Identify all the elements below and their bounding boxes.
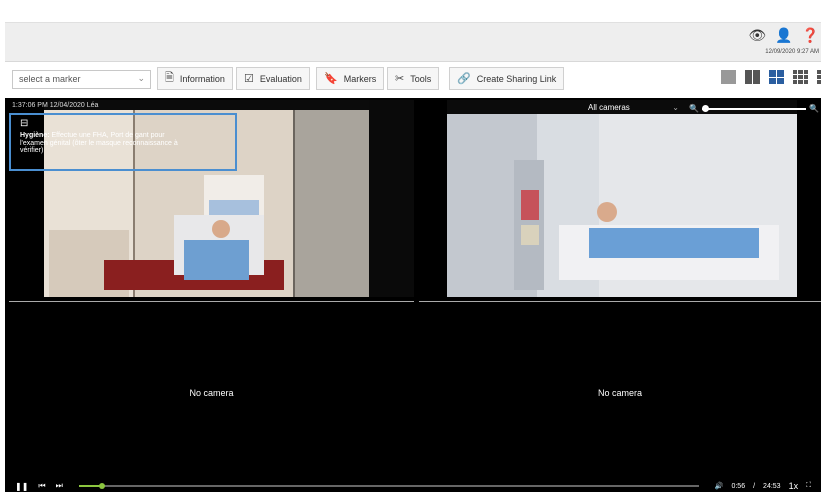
document-icon: 🗎 <box>165 72 174 84</box>
layout-quad-icon[interactable] <box>769 70 784 84</box>
link-icon: 🔗 <box>457 73 471 85</box>
toolbar: select a marker ⌄ 🗎 Information ☑ Evalua… <box>5 62 821 98</box>
create-sharing-link-button[interactable]: 🔗 Create Sharing Link <box>449 67 565 90</box>
marker-text: Hygiène: Effectue une FHA, Port de gant … <box>20 132 180 155</box>
marker-select-value: select a marker <box>19 74 81 84</box>
progress-bar[interactable] <box>78 483 699 489</box>
skip-forward-icon[interactable]: ⏭ <box>56 481 63 491</box>
skip-back-icon[interactable]: ⏮ <box>38 481 45 491</box>
marker-overlay: ⊟ Hygiène: Effectue une FHA, Port de gan… <box>9 113 237 171</box>
fullscreen-icon[interactable]: ⛶ <box>806 482 811 490</box>
marker-title: Hygiène: <box>20 132 50 139</box>
marker-select[interactable]: select a marker ⌄ <box>12 70 151 89</box>
progress-handle[interactable] <box>99 483 106 489</box>
total-time: 24:53 <box>763 482 781 490</box>
volume-icon[interactable]: 🔊 <box>715 482 724 490</box>
user-icon[interactable]: 👤 <box>775 27 792 43</box>
no-camera-label: No camera <box>597 388 642 398</box>
header-icons: 👁 👤 ❓ <box>748 27 819 43</box>
layout-nine-grid-icon[interactable] <box>793 70 808 84</box>
tools-button[interactable]: ✂ Tools <box>387 67 440 90</box>
checkbox-icon: ☑ <box>244 73 254 85</box>
layout-vertical-icon[interactable] <box>817 70 821 84</box>
markers-button[interactable]: 🔖 Markers <box>316 67 385 90</box>
zoom-control: 🔍 🔍 <box>689 102 819 115</box>
chevron-down-icon: ⌄ <box>672 103 679 112</box>
camera-select[interactable]: All cameras ⌄ <box>586 102 681 115</box>
zoom-slider[interactable] <box>701 104 807 112</box>
top-bar: 👁 👤 ❓ 12/09/2020 9:27 AM <box>5 22 821 62</box>
camera-feed-image <box>419 100 821 297</box>
pause-icon[interactable]: ❚❚ <box>15 482 28 491</box>
zoom-out-icon[interactable]: 🔍 <box>689 104 699 113</box>
create-sharing-link-label: Create Sharing Link <box>476 73 557 84</box>
zoom-slider-handle[interactable] <box>701 104 709 112</box>
evaluation-label: Evaluation <box>259 73 302 84</box>
camera-view-bottom-right[interactable]: No camera <box>419 301 821 492</box>
evaluation-button[interactable]: ☑ Evaluation <box>236 67 310 90</box>
information-label: Information <box>179 73 225 84</box>
help-icon[interactable]: ❓ <box>802 27 819 43</box>
bookmark-icon: 🔖 <box>324 73 338 85</box>
camera-view-bottom-left[interactable]: No camera <box>9 301 414 492</box>
camera-timestamp: 1:37:06 PM 12/04/2020 Léa <box>12 102 99 109</box>
zoom-in-icon[interactable]: 🔍 <box>809 104 819 113</box>
header-datetime: 12/09/2020 9:27 AM <box>765 49 819 55</box>
playback-controls: ❚❚ ⏮ ⏭ 🔊 0:56 / 24:53 1x ⛶ <box>5 480 821 492</box>
layout-switcher <box>721 70 821 84</box>
camera-view-top-right[interactable]: All cameras ⌄ 🔍 🔍 <box>419 100 821 297</box>
information-button[interactable]: 🗎 Information <box>157 67 233 90</box>
camera-view-top-left[interactable]: 1:37:06 PM 12/04/2020 Léa ⊟ Hygiène: Eff… <box>9 100 414 297</box>
chevron-down-icon: ⌄ <box>137 73 145 83</box>
current-time: 0:56 <box>731 482 746 490</box>
markers-label: Markers <box>343 73 377 84</box>
playback-speed[interactable]: 1x <box>789 481 799 491</box>
tools-label: Tools <box>410 73 432 84</box>
layout-single-icon[interactable] <box>721 70 736 84</box>
no-camera-label: No camera <box>189 388 234 398</box>
scissors-icon: ✂ <box>395 73 405 85</box>
camera-select-value: All cameras <box>588 103 630 112</box>
layout-two-column-icon[interactable] <box>745 70 760 84</box>
playback-info: 🔊 0:56 / 24:53 1x ⛶ <box>715 481 811 491</box>
time-separator: / <box>753 482 756 490</box>
collapse-icon[interactable]: ⊟ <box>20 119 226 129</box>
eye-icon[interactable]: 👁 <box>748 27 766 43</box>
video-area: 1:37:06 PM 12/04/2020 Léa ⊟ Hygiène: Eff… <box>5 98 821 492</box>
